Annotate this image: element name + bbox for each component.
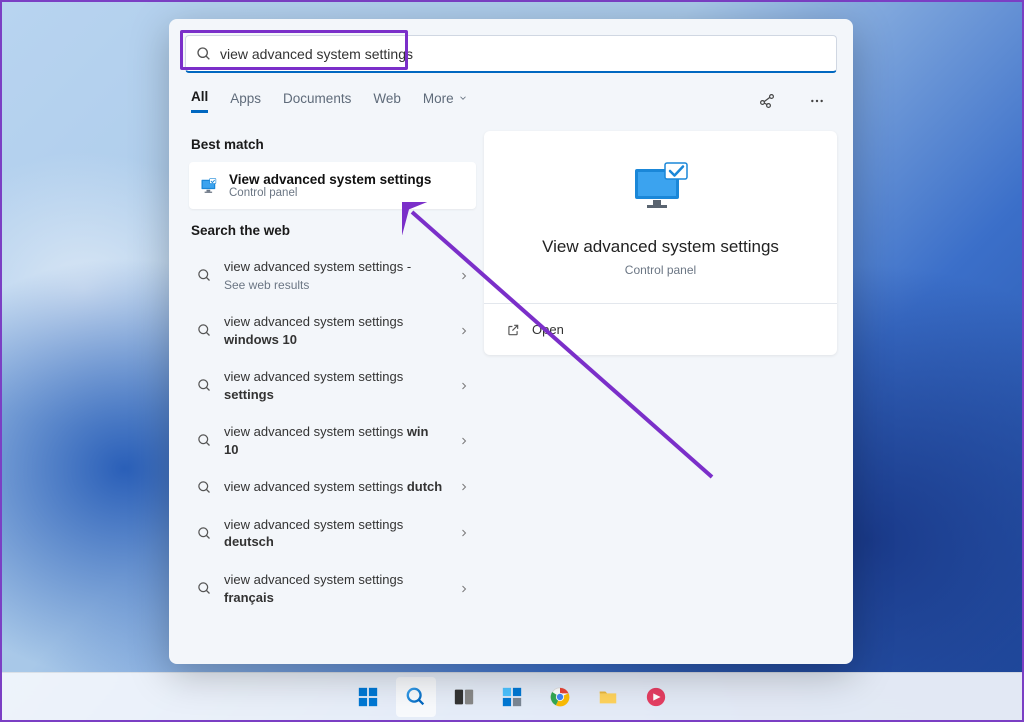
preview-open-label: Open [532,322,564,337]
recent-searches-button[interactable] [753,87,781,115]
chevron-right-icon [458,435,470,447]
search-window: All Apps Documents Web More Best match [169,19,853,664]
windows-icon [357,686,379,708]
tab-more[interactable]: More [423,91,468,112]
taskbar-start[interactable] [348,677,388,717]
tab-documents[interactable]: Documents [283,91,351,112]
search-bar[interactable] [185,35,837,73]
tab-more-label: More [423,91,454,106]
share-icon [758,92,776,110]
web-result-text: view advanced system settings windows 10 [224,313,446,348]
filter-tabs: All Apps Documents Web More [169,73,853,123]
preview-open-action[interactable]: Open [502,304,819,355]
app-icon [645,686,667,708]
chevron-down-icon [458,93,468,103]
chevron-right-icon [458,325,470,337]
best-match-heading: Best match [191,137,476,152]
open-external-icon [506,323,520,337]
results-right-column: View advanced system settings Control pa… [476,129,853,664]
web-result[interactable]: view advanced system settings -See web r… [189,248,476,303]
monitor-icon [629,161,693,217]
taskbar-search[interactable] [396,677,436,717]
taskbar-task-view[interactable] [444,677,484,717]
web-result-sub: See web results [224,278,309,292]
web-results-list: view advanced system settings -See web r… [189,248,476,616]
web-result-text: view advanced system settings français [224,571,446,606]
web-result[interactable]: view advanced system settings deutsch [189,506,476,561]
more-horizontal-icon [809,93,825,109]
web-result-text: view advanced system settings win 10 [224,423,446,458]
preview-card: View advanced system settings Control pa… [484,131,837,355]
taskbar-chrome[interactable] [540,677,580,717]
web-result-text: view advanced system settings deutsch [224,516,446,551]
results-left-column: Best match View advanced system settings… [169,129,476,664]
chevron-right-icon [458,380,470,392]
chevron-right-icon [458,481,470,493]
search-icon [196,46,212,62]
best-match-subtitle: Control panel [229,187,431,199]
preview-subtitle: Control panel [502,263,819,277]
best-match-title: View advanced system settings [229,172,431,187]
preview-icon-container [502,161,819,217]
monitor-icon [199,176,219,196]
search-icon [405,686,427,708]
search-icon [197,268,212,283]
web-result[interactable]: view advanced system settings windows 10 [189,303,476,358]
search-icon [197,526,212,541]
web-result[interactable]: view advanced system settings dutch [189,468,476,506]
chevron-right-icon [458,270,470,282]
search-icon [197,323,212,338]
search-web-heading: Search the web [191,223,476,238]
taskbar-widgets[interactable] [492,677,532,717]
preview-title: View advanced system settings [502,237,819,257]
search-icon [197,433,212,448]
tab-apps[interactable]: Apps [230,91,261,112]
tab-web[interactable]: Web [373,91,401,112]
search-input[interactable] [212,46,826,62]
options-button[interactable] [803,87,831,115]
web-result-text: view advanced system settings settings [224,368,446,403]
task-view-icon [453,686,475,708]
best-match-result[interactable]: View advanced system settings Control pa… [189,162,476,209]
web-result-text: view advanced system settings dutch [224,478,446,496]
widgets-icon [501,686,523,708]
results-content: Best match View advanced system settings… [169,123,853,664]
web-result[interactable]: view advanced system settings settings [189,358,476,413]
chevron-right-icon [458,583,470,595]
search-icon [197,378,212,393]
search-bar-container [169,19,853,73]
chevron-right-icon [458,527,470,539]
folder-icon [597,686,619,708]
web-result[interactable]: view advanced system settings français [189,561,476,616]
chrome-icon [549,686,571,708]
web-result[interactable]: view advanced system settings win 10 [189,413,476,468]
taskbar-app[interactable] [636,677,676,717]
search-icon [197,581,212,596]
taskbar-file-explorer[interactable] [588,677,628,717]
tab-all[interactable]: All [191,89,208,113]
web-result-text: view advanced system settings -See web r… [224,258,446,293]
search-icon [197,480,212,495]
taskbar [2,672,1022,720]
